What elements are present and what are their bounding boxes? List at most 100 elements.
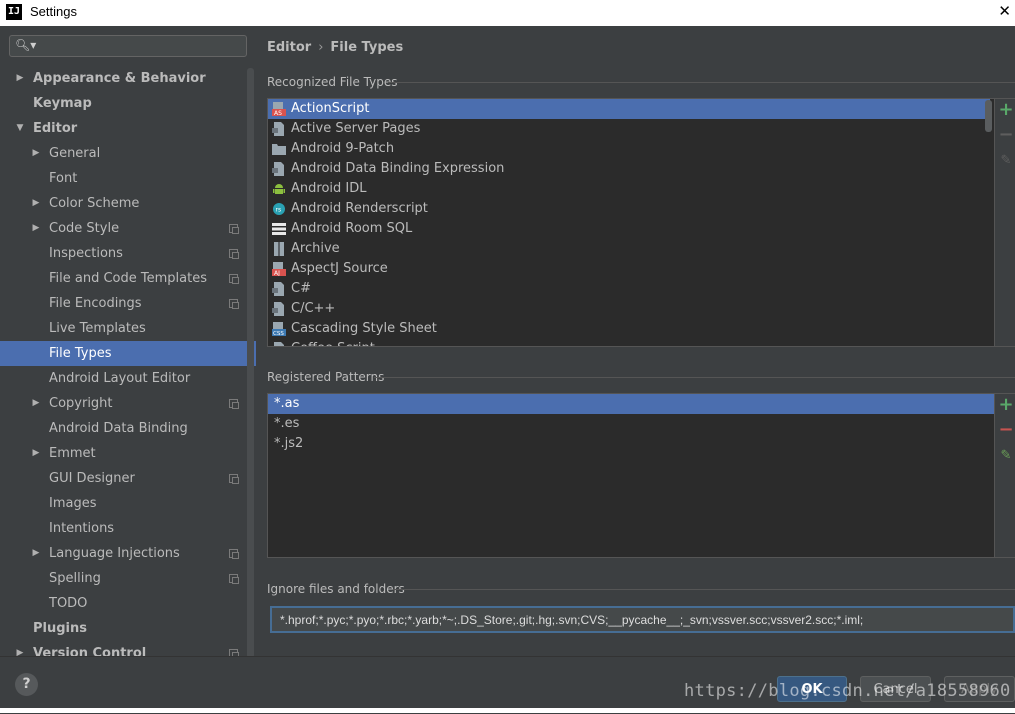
sidebar-item[interactable]: File Encodings: [0, 291, 256, 316]
list-item[interactable]: AJ AspectJ Source: [268, 259, 1014, 279]
recognized-file-types-list[interactable]: AS ActionScript Active Server Pages Android…: [267, 98, 1015, 347]
list-item[interactable]: AS ActionScript: [268, 99, 990, 119]
sidebar-item[interactable]: TODO: [0, 591, 256, 616]
ignore-files-input[interactable]: [270, 606, 1015, 633]
sidebar-item[interactable]: Inspections: [0, 241, 256, 266]
file-type-label: Android 9-Patch: [291, 141, 395, 156]
sidebar-item[interactable]: GUI Designer: [0, 466, 256, 491]
sidebar-item[interactable]: ▶ Version Control: [0, 641, 256, 656]
chevron-down-icon[interactable]: ▼: [14, 116, 26, 141]
chevron-right-icon[interactable]: ▶: [30, 141, 42, 166]
edit-pattern-button[interactable]: ✎: [998, 448, 1014, 464]
remove-pattern-button[interactable]: −: [998, 421, 1014, 439]
search-icon[interactable]: 🔍︎▾: [15, 38, 36, 52]
close-icon[interactable]: ✕: [998, 2, 1011, 20]
sidebar-item[interactable]: Intentions: [0, 516, 256, 541]
project-scope-icon: [229, 224, 239, 234]
patterns-toolbar: + − ✎: [994, 394, 1015, 557]
chevron-right-icon[interactable]: ▶: [30, 391, 42, 416]
help-icon[interactable]: ?: [15, 673, 38, 696]
sidebar-item-label: File and Code Templates: [49, 271, 207, 286]
registered-patterns-list[interactable]: *.as *.es *.js2: [267, 393, 1015, 558]
recognized-list-scrollbar[interactable]: [985, 100, 992, 132]
breadcrumb: Editor › File Types: [267, 40, 403, 55]
edit-file-type-button[interactable]: ✎: [998, 153, 1014, 169]
folder-icon: [272, 142, 286, 156]
search-input[interactable]: [36, 37, 245, 57]
list-item[interactable]: *.es: [268, 414, 1014, 434]
list-item[interactable]: Android Data Binding Expression: [268, 159, 1014, 179]
sidebar-item-label: Spelling: [49, 571, 101, 586]
list-item[interactable]: Coffee Script: [268, 339, 1014, 346]
file-type-label: Cascading Style Sheet: [291, 321, 437, 336]
add-file-type-button[interactable]: +: [998, 101, 1014, 119]
chevron-right-icon[interactable]: ▶: [30, 216, 42, 241]
sidebar-scrollbar[interactable]: [247, 68, 254, 656]
list-item[interactable]: *.js2: [268, 434, 1014, 454]
window-title: Settings: [30, 4, 77, 19]
sidebar-item[interactable]: ▶ Code Style: [0, 216, 256, 241]
chevron-right-icon[interactable]: ▶: [30, 541, 42, 566]
sidebar-item[interactable]: ▶ General: [0, 141, 256, 166]
sidebar-item[interactable]: Images: [0, 491, 256, 516]
list-item[interactable]: rs Android Renderscript: [268, 199, 1014, 219]
add-pattern-button[interactable]: +: [998, 396, 1014, 414]
sidebar-item-label: Language Injections: [49, 546, 180, 561]
sidebar-item-label: Intentions: [49, 521, 115, 536]
sidebar-item[interactable]: Live Templates: [0, 316, 256, 341]
sidebar-item[interactable]: Font: [0, 166, 256, 191]
sidebar-item[interactable]: Keymap: [0, 91, 256, 116]
chevron-right-icon[interactable]: ▶: [30, 441, 42, 466]
list-item[interactable]: CSS Cascading Style Sheet: [268, 319, 1014, 339]
sidebar-item[interactable]: ▶ Copyright: [0, 391, 256, 416]
project-scope-icon: [229, 474, 239, 484]
registered-patterns-title: Registered Patterns: [267, 370, 385, 384]
list-item[interactable]: Android Room SQL: [268, 219, 1014, 239]
pattern-label: *.es: [274, 416, 300, 431]
settings-search[interactable]: 🔍︎▾: [9, 35, 247, 57]
sidebar-item-label: Emmet: [49, 446, 96, 461]
sidebar-item[interactable]: ▶ Emmet: [0, 441, 256, 466]
chevron-right-icon[interactable]: ▶: [14, 66, 26, 91]
breadcrumb-separator: ›: [318, 40, 324, 55]
list-item[interactable]: Archive: [268, 239, 1014, 259]
file-type-label: C/C++: [291, 301, 336, 316]
sidebar-item[interactable]: Spelling: [0, 566, 256, 591]
sidebar-item-label: Font: [49, 171, 78, 186]
document-icon: [272, 282, 286, 296]
section-divider: [374, 377, 1015, 378]
chevron-right-icon[interactable]: ▶: [14, 641, 26, 656]
android-icon: [272, 182, 286, 196]
file-type-label: Android Data Binding Expression: [291, 161, 505, 176]
list-item[interactable]: C/C++: [268, 299, 1014, 319]
sidebar-item-label: Keymap: [33, 96, 92, 111]
watermark: https://blog.csdn.net/a18558960: [684, 681, 1011, 701]
settings-tree: ▶ Appearance & Behavior Keymap ▼ Editor ▶ Gene…: [0, 66, 256, 656]
list-item[interactable]: Active Server Pages: [268, 119, 1014, 139]
sidebar-item[interactable]: Android Layout Editor: [0, 366, 256, 391]
sidebar-item-label: File Encodings: [49, 296, 142, 311]
sidebar-item[interactable]: File and Code Templates: [0, 266, 256, 291]
sidebar-item[interactable]: Plugins: [0, 616, 256, 641]
list-item[interactable]: Android IDL: [268, 179, 1014, 199]
list-item[interactable]: *.as: [268, 394, 994, 414]
css-icon: CSS: [272, 322, 286, 337]
sidebar-item-label: Android Data Binding: [49, 421, 188, 436]
list-item[interactable]: Android 9-Patch: [268, 139, 1014, 159]
sidebar-item[interactable]: ▼ Editor: [0, 116, 256, 141]
window-bottom-edge: [0, 708, 1015, 713]
recognized-toolbar: + − ✎: [994, 99, 1015, 346]
sidebar-item-label: Appearance & Behavior: [33, 71, 206, 86]
project-scope-icon: [229, 649, 239, 656]
list-item[interactable]: C#: [268, 279, 1014, 299]
remove-file-type-button[interactable]: −: [998, 126, 1014, 144]
sidebar-item[interactable]: ▶ Language Injections: [0, 541, 256, 566]
svg-text:AS: AS: [274, 110, 282, 116]
sidebar-item-label: Editor: [33, 121, 78, 136]
sidebar-item[interactable]: Android Data Binding: [0, 416, 256, 441]
chevron-right-icon[interactable]: ▶: [30, 191, 42, 216]
section-divider: [393, 589, 1015, 590]
sidebar-item[interactable]: ▶ Appearance & Behavior: [0, 66, 256, 91]
sidebar-item[interactable]: ▶ Color Scheme: [0, 191, 256, 216]
sidebar-item[interactable]: File Types: [0, 341, 256, 366]
